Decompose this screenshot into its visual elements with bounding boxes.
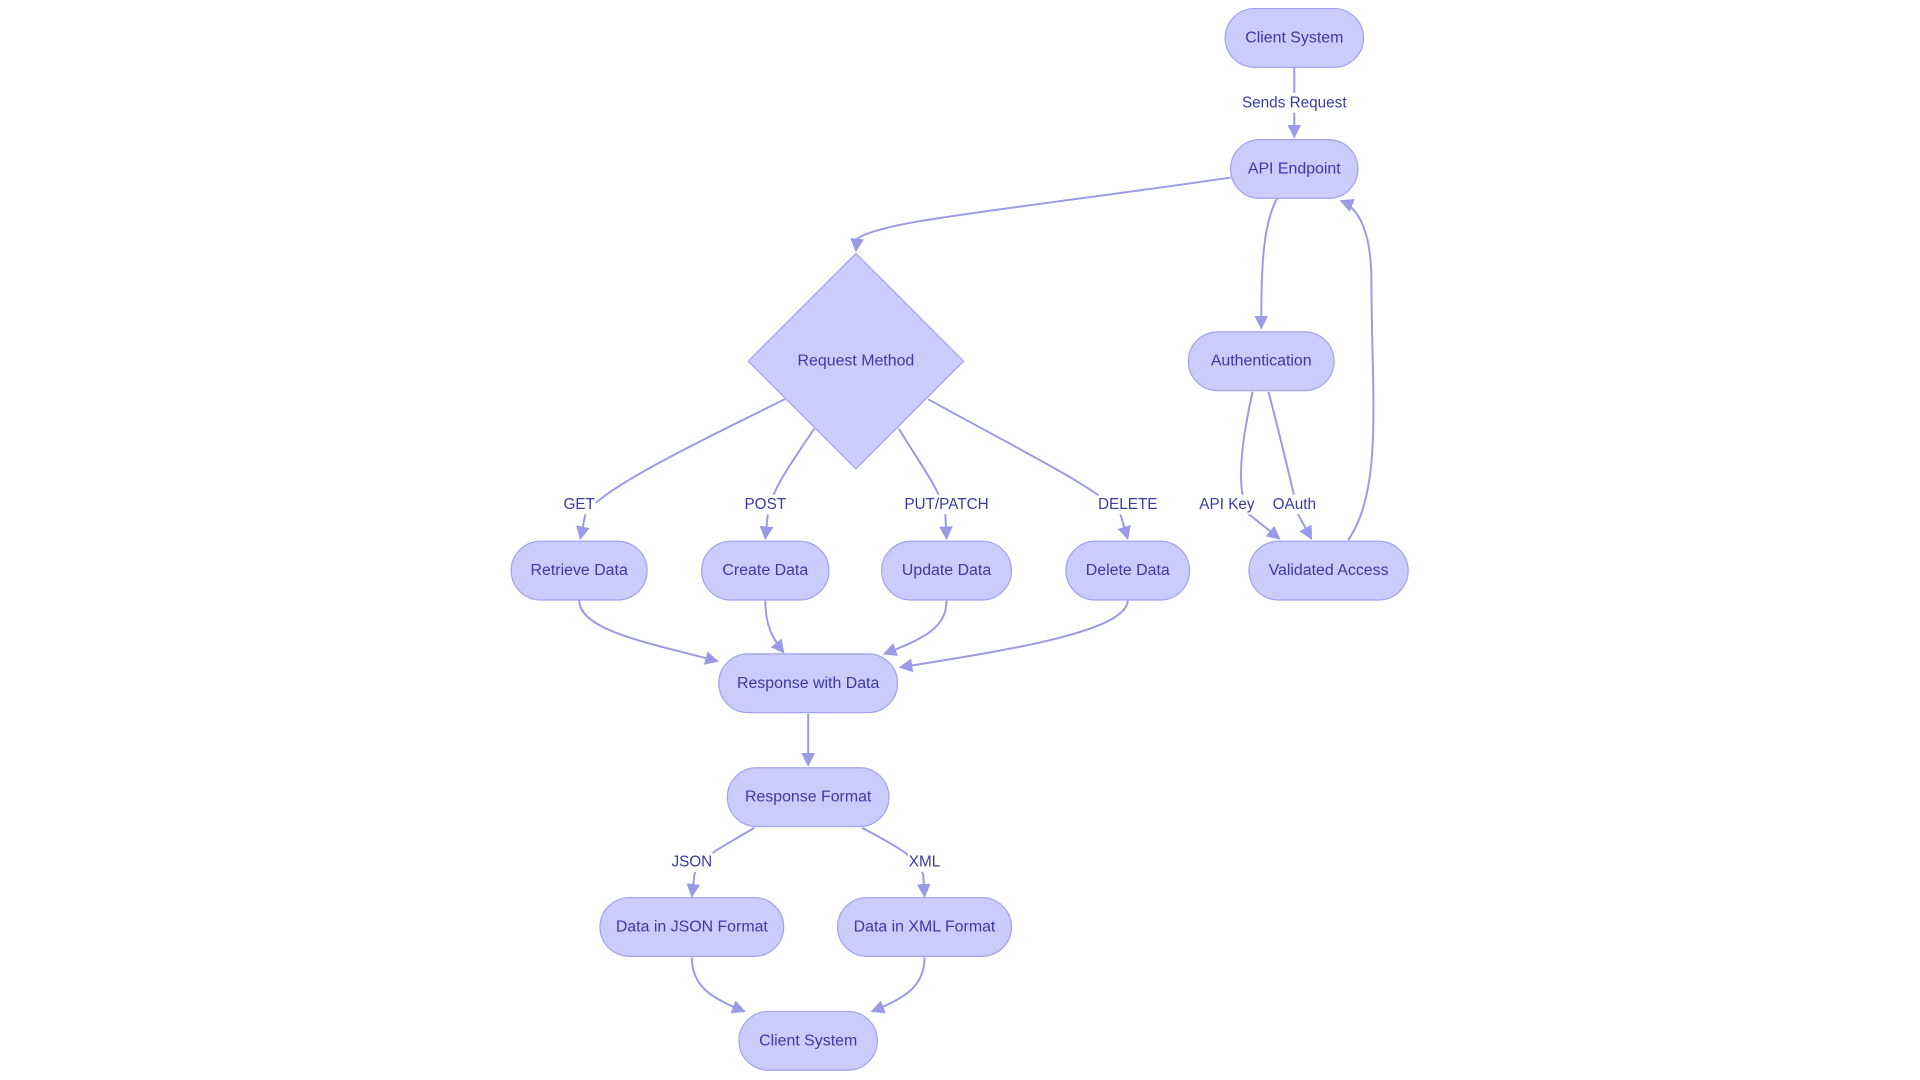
node-update: Update Data xyxy=(881,540,1013,601)
edge-label-text: OAuth xyxy=(1273,496,1316,513)
edge-validated-to-api xyxy=(1339,199,1375,541)
edge-json-to-client2 xyxy=(690,957,746,1014)
node-client2: Client System xyxy=(738,1010,878,1071)
node-retrieve: Retrieve Data xyxy=(510,540,648,601)
edge-label-text: PUT/PATCH xyxy=(904,496,988,513)
edge-method-to-retrieve xyxy=(576,398,786,541)
node-method: Request Method xyxy=(747,252,965,470)
node-label: Create Data xyxy=(722,562,808,579)
edge-label: DELETE xyxy=(1098,494,1158,515)
edge-label-text: JSON xyxy=(671,854,712,871)
node-json: Data in JSON Format xyxy=(599,896,785,957)
edge-label-text: API Key xyxy=(1199,496,1255,513)
node-label: Response Format xyxy=(745,789,872,806)
node-label: Validated Access xyxy=(1269,562,1389,579)
edge-method-to-update xyxy=(897,428,953,541)
edge-label-text: DELETE xyxy=(1098,496,1158,513)
edge-label-text: POST xyxy=(744,496,786,513)
node-validated: Validated Access xyxy=(1248,540,1409,601)
node-api: API Endpoint xyxy=(1230,138,1359,199)
edge-api-to-method xyxy=(850,176,1231,253)
edge-label: POST xyxy=(744,494,786,515)
edge-label: XML xyxy=(907,852,942,872)
edge-label: Sends Request xyxy=(1234,93,1354,113)
node-label: Delete Data xyxy=(1086,562,1170,579)
node-label: API Endpoint xyxy=(1248,160,1341,177)
edge-create-to-response xyxy=(764,599,785,654)
edge-label: GET xyxy=(562,494,596,515)
node-auth: Authentication xyxy=(1187,331,1335,392)
edge-label-text: Sends Request xyxy=(1242,94,1347,111)
node-create: Create Data xyxy=(701,540,830,601)
node-label: Data in XML Format xyxy=(854,918,996,935)
node-delete: Delete Data xyxy=(1065,540,1191,601)
edge-label-text: GET xyxy=(563,496,594,513)
node-label: Client System xyxy=(759,1032,857,1049)
node-response: Response with Data xyxy=(718,653,899,714)
edge-api-to-auth xyxy=(1254,197,1278,330)
edge-xml-to-client2 xyxy=(870,957,926,1014)
edge-update-to-response xyxy=(882,599,948,657)
edge-label: JSON xyxy=(671,852,713,872)
node-label: Update Data xyxy=(902,562,991,579)
node-client1: Client System xyxy=(1224,7,1365,68)
edge-delete-to-response xyxy=(898,599,1129,673)
edge-method-to-create xyxy=(759,428,816,541)
node-label: Request Method xyxy=(798,353,915,370)
edge-retrieve-to-response xyxy=(578,599,719,665)
node-label: Authentication xyxy=(1211,353,1312,370)
node-label: Retrieve Data xyxy=(531,562,628,579)
edge-label: OAuth xyxy=(1269,494,1320,515)
node-label: Data in JSON Format xyxy=(616,918,769,935)
edge-label-text: XML xyxy=(909,854,940,871)
node-label: Client System xyxy=(1245,29,1343,46)
node-format: Response Format xyxy=(726,767,890,828)
node-label: Response with Data xyxy=(737,675,880,692)
edge-label: API Key xyxy=(1193,494,1261,515)
edge-auth-to-validated xyxy=(1267,391,1313,540)
node-xml: Data in XML Format xyxy=(836,896,1013,957)
edge-label: PUT/PATCH xyxy=(904,494,989,515)
flowchart-diagram: Sends Request GET POST PUT/PATCH DELETE API K… xyxy=(510,7,1409,1071)
edge-method-to-delete xyxy=(927,398,1131,541)
